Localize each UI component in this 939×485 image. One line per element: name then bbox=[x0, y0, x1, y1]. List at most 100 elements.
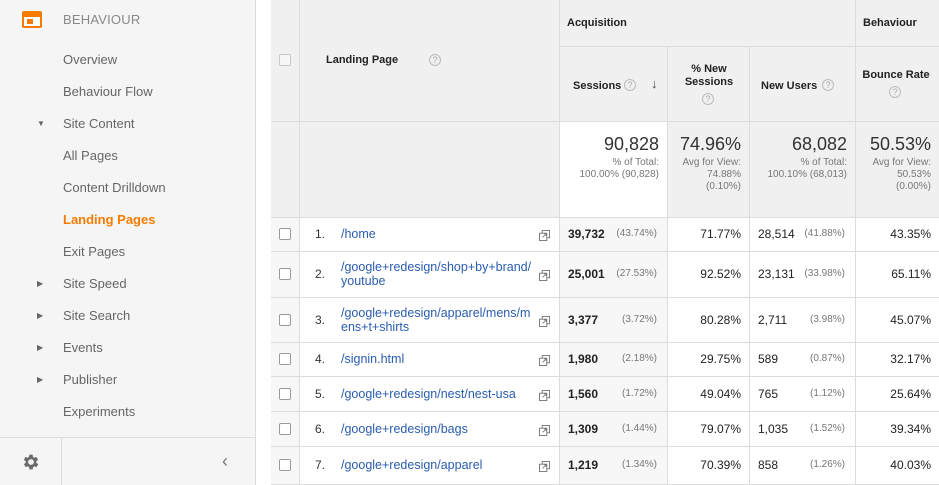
column-label-landing-page: Landing Page bbox=[326, 54, 399, 66]
row-checkbox[interactable] bbox=[279, 353, 291, 365]
landing-page-link[interactable]: /google+redesign/nest/nest-usa bbox=[341, 387, 533, 401]
new-users-value: 858 bbox=[758, 458, 779, 472]
help-icon[interactable]: ? bbox=[822, 79, 834, 91]
landing-page-link[interactable]: /google+redesign/apparel/mens/mens+t+shi… bbox=[341, 306, 533, 334]
bounce-rate-value: 65.11% bbox=[891, 267, 931, 281]
select-all-checkbox[interactable] bbox=[279, 54, 291, 66]
landing-page-link[interactable]: /signin.html bbox=[341, 352, 533, 366]
group-label-behaviour: Behaviour bbox=[863, 17, 917, 29]
table-cell: 80.28% bbox=[668, 298, 750, 343]
row-checkbox[interactable] bbox=[279, 388, 291, 400]
sidebar-item-label: Overview bbox=[63, 52, 118, 67]
open-external-icon[interactable] bbox=[539, 228, 550, 241]
sidebar-section-header[interactable]: BEHAVIOUR bbox=[0, 0, 255, 40]
sidebar-item-all-pages[interactable]: All Pages bbox=[0, 143, 255, 169]
gear-icon bbox=[23, 454, 39, 470]
open-external-icon[interactable] bbox=[539, 314, 550, 327]
column-label-sessions: Sessions bbox=[573, 80, 622, 92]
header-checkbox-cell bbox=[271, 0, 300, 122]
table-cell: 25,001 (27.53%) bbox=[560, 252, 668, 298]
row-rank: 7. bbox=[315, 458, 326, 472]
totals-new-sessions-value: 74.96% bbox=[679, 134, 741, 154]
header-new-sessions[interactable]: % New Sessions ? bbox=[668, 47, 750, 122]
open-external-icon[interactable] bbox=[539, 459, 550, 472]
sidebar-item-site-search[interactable]: ▶ Site Search bbox=[0, 303, 255, 329]
table-cell: 1,035 (1.52%) bbox=[750, 412, 856, 447]
new-sessions-value: 70.39% bbox=[700, 458, 741, 472]
header-sessions[interactable]: Sessions ? ↓ bbox=[560, 47, 668, 122]
new-sessions-value: 80.28% bbox=[700, 313, 741, 327]
sidebar-item-label: Landing Pages bbox=[63, 212, 156, 227]
row-checkbox[interactable] bbox=[279, 423, 291, 435]
new-users-value: 765 bbox=[758, 387, 779, 401]
totals-sub-line: 74.88% bbox=[707, 169, 741, 180]
sessions-percent: (43.74%) bbox=[616, 228, 657, 239]
totals-new-users-sub: % of Total: 100.10% (68,013) bbox=[767, 157, 847, 181]
behaviour-section-icon bbox=[22, 11, 42, 28]
totals-sub-line: 50.53% bbox=[897, 169, 931, 180]
table-cell: 1,309 (1.44%) bbox=[560, 412, 668, 447]
landing-page-link[interactable]: /google+redesign/bags bbox=[341, 422, 533, 436]
help-icon[interactable]: ? bbox=[624, 79, 636, 91]
column-label-new-sessions-line1: % New bbox=[691, 63, 727, 75]
header-landing-page[interactable]: Landing Page ? bbox=[300, 0, 560, 122]
table-cell: 71.77% bbox=[668, 218, 750, 252]
header-new-users[interactable]: New Users ? bbox=[750, 47, 856, 122]
sessions-value: 3,377 bbox=[568, 313, 599, 327]
row-checkbox[interactable] bbox=[279, 314, 291, 326]
sidebar-item-experiments[interactable]: Experiments bbox=[0, 399, 255, 425]
table-cell: 39.34% bbox=[856, 412, 939, 447]
open-external-icon[interactable] bbox=[539, 353, 550, 366]
row-checkbox[interactable] bbox=[279, 228, 291, 240]
sidebar-item-exit-pages[interactable]: Exit Pages bbox=[0, 239, 255, 265]
table-cell: 49.04% bbox=[668, 377, 750, 412]
landing-page-link[interactable]: /google+redesign/apparel bbox=[341, 458, 533, 472]
admin-button[interactable] bbox=[0, 438, 62, 485]
sidebar-item-events[interactable]: ▶ Events bbox=[0, 335, 255, 361]
sidebar-item-landing-pages[interactable]: Landing Pages bbox=[0, 207, 255, 233]
sidebar-item-label: Site Content bbox=[63, 116, 135, 131]
totals-sessions-sub: % of Total: 100.00% (90,828) bbox=[579, 157, 659, 181]
help-icon[interactable]: ? bbox=[889, 86, 901, 98]
header-bounce-rate[interactable]: Bounce Rate ? bbox=[856, 47, 939, 122]
sidebar-item-label: Behaviour Flow bbox=[63, 84, 153, 99]
sidebar-item-site-content[interactable]: ▼ Site Content bbox=[0, 111, 255, 137]
sessions-percent: (1.34%) bbox=[621, 459, 657, 470]
sort-descending-icon[interactable]: ↓ bbox=[651, 76, 658, 91]
landing-page-link[interactable]: /home bbox=[341, 227, 533, 241]
sessions-value: 1,309 bbox=[568, 422, 599, 436]
table-cell: 79.07% bbox=[668, 412, 750, 447]
table-cell: 765 (1.12%) bbox=[750, 377, 856, 412]
table-cell: 4. /signin.html bbox=[300, 343, 560, 377]
table-cell bbox=[271, 343, 300, 377]
row-checkbox[interactable] bbox=[279, 459, 291, 471]
table-cell: 1. /home bbox=[300, 218, 560, 252]
bounce-rate-value: 45.07% bbox=[890, 313, 931, 327]
open-external-icon[interactable] bbox=[539, 423, 550, 436]
sidebar-item-publisher[interactable]: ▶ Publisher bbox=[0, 367, 255, 393]
sidebar-item-overview[interactable]: Overview bbox=[0, 47, 255, 73]
collapse-sidebar-icon[interactable]: ‹ bbox=[222, 452, 236, 470]
sidebar-item-behaviour-flow[interactable]: Behaviour Flow bbox=[0, 79, 255, 105]
new-users-percent: (1.52%) bbox=[809, 423, 845, 434]
bounce-rate-value: 40.03% bbox=[890, 458, 931, 472]
row-checkbox[interactable] bbox=[279, 268, 291, 280]
sessions-value: 39,732 bbox=[568, 227, 605, 241]
table-cell bbox=[271, 447, 300, 485]
row-rank: 2. bbox=[315, 267, 326, 281]
table-cell: 6. /google+redesign/bags bbox=[300, 412, 560, 447]
help-icon[interactable]: ? bbox=[702, 93, 714, 105]
open-external-icon[interactable] bbox=[539, 268, 550, 281]
open-external-icon[interactable] bbox=[539, 388, 550, 401]
sidebar-item-site-speed[interactable]: ▶ Site Speed bbox=[0, 271, 255, 297]
sidebar: BEHAVIOUR Overview Behaviour Flow ▼ Site… bbox=[0, 0, 256, 485]
sidebar-item-content-drilldown[interactable]: Content Drilldown bbox=[0, 175, 255, 201]
new-users-percent: (0.87%) bbox=[809, 353, 845, 364]
totals-sub-line: % of Total: bbox=[800, 157, 847, 168]
new-users-percent: (33.98%) bbox=[804, 268, 845, 279]
help-icon[interactable]: ? bbox=[429, 54, 441, 66]
bounce-rate-value: 25.64% bbox=[890, 387, 931, 401]
sessions-value: 1,980 bbox=[568, 352, 599, 366]
new-users-value: 589 bbox=[758, 352, 779, 366]
landing-page-link[interactable]: /google+redesign/shop+by+brand/youtube bbox=[341, 260, 533, 288]
